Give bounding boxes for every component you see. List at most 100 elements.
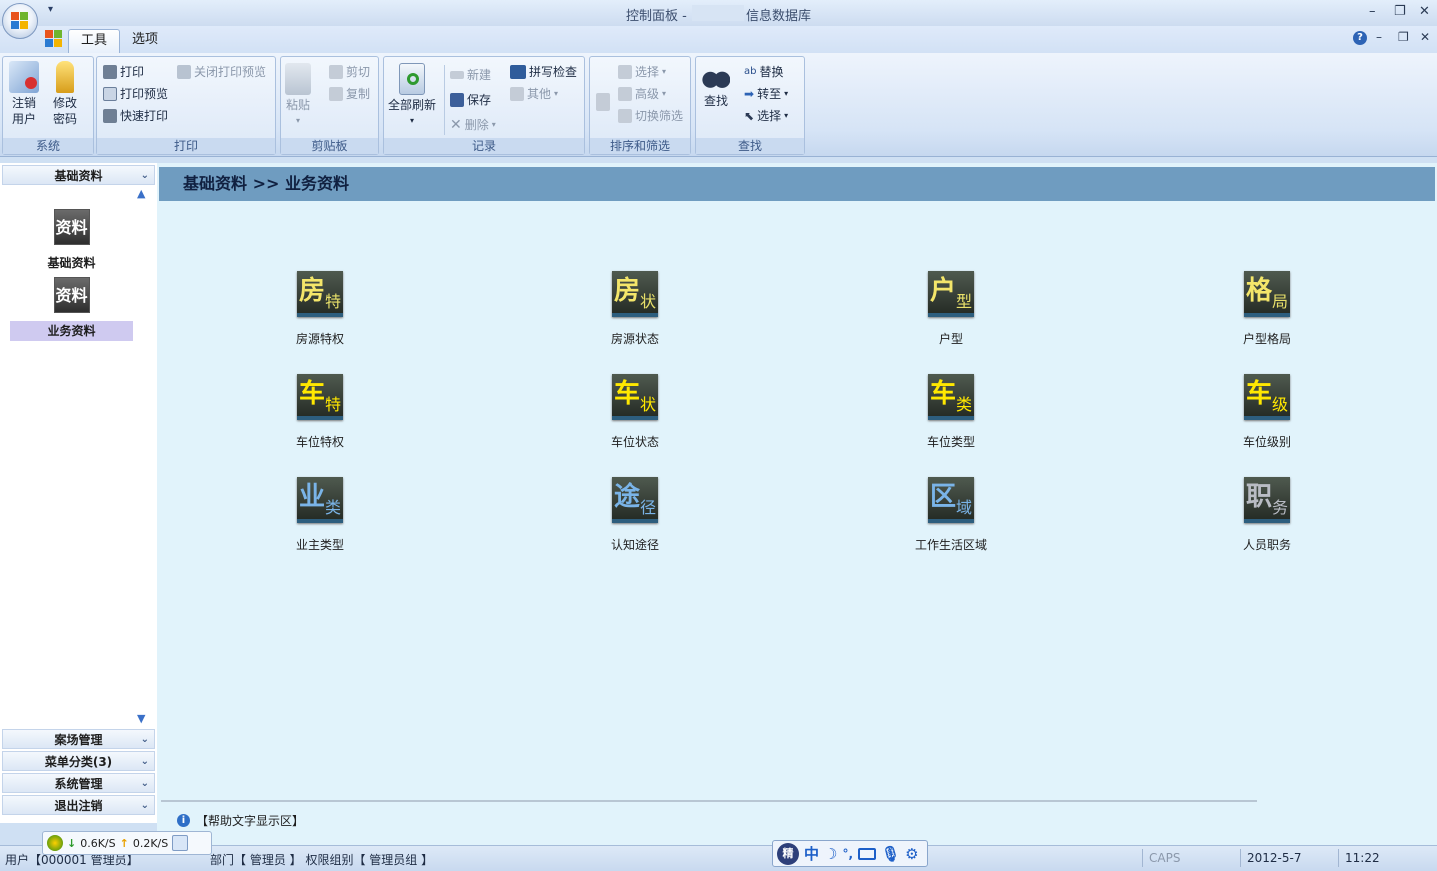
sidebar-item-basic-data[interactable]: 资料 基础资料 [10, 209, 133, 273]
spell-check-button[interactable]: 拼写检查 [510, 63, 577, 80]
advanced-filter-button[interactable]: 高级 ▾ [618, 85, 666, 102]
print-preview-button[interactable]: 打印预览 [103, 85, 168, 102]
network-monitor[interactable]: ↓ 0.6K/S ↑ 0.2K/S [42, 831, 212, 855]
tile-3[interactable]: 格局户型格局 [1207, 271, 1327, 347]
tile-9[interactable]: 途径认知途径 [575, 477, 695, 553]
quick-access-dropdown-icon[interactable]: ▾ [48, 4, 53, 15]
logout-user-button[interactable]: 注销 用户 [9, 61, 39, 127]
app-grid-icon [45, 30, 63, 48]
group-records: 全部刷新 ▾ 新建 保存 ✕ 删除 ▾ 拼写检查 其他 ▾ 记录 [383, 56, 585, 155]
office-orb-button[interactable] [2, 3, 38, 39]
group-print: 打印 打印预览 快速打印 关闭打印预览 打印 [96, 56, 276, 155]
sidebar-header[interactable]: 基础资料 ⌄ [2, 165, 155, 185]
tile-icon-subchar: 型 [955, 292, 972, 311]
delete-icon: ✕ [450, 116, 462, 133]
title-right: 信息数据库 [746, 9, 812, 24]
find-button[interactable]: 查找 [702, 63, 730, 109]
tile-4[interactable]: 车特车位特权 [260, 374, 380, 450]
save-icon [450, 92, 464, 107]
ime-keyboard-icon[interactable] [858, 847, 877, 860]
tile-label: 车位类型 [926, 435, 975, 449]
tile-label: 房源特权 [295, 332, 344, 346]
selection-filter-button[interactable]: 选择 ▾ [618, 63, 666, 80]
logout-icon [9, 61, 39, 93]
tile-icon-char: 房 [299, 276, 326, 306]
ime-moon-icon[interactable]: ☽ [824, 845, 837, 863]
new-record-button[interactable]: 新建 [450, 66, 491, 83]
title-bar: 控制面板 - 信息数据库 ▾ – ❐ ✕ [0, 0, 1437, 26]
tile-label: 人员职务 [1242, 538, 1291, 552]
status-date: 2012-5-7 [1240, 849, 1336, 867]
select-button[interactable]: ⬉ 选择 ▾ [744, 107, 788, 124]
sort-icon[interactable] [596, 93, 610, 111]
tile-icon-char: 业 [299, 482, 326, 512]
office-logo-icon [11, 12, 29, 30]
binoculars-icon [702, 63, 730, 91]
advanced-filter-icon [618, 86, 632, 101]
tab-tools[interactable]: 工具 [68, 29, 121, 53]
sidebar-section-system[interactable]: 系统管理 ⌄ [2, 773, 155, 793]
funnel-icon [618, 64, 632, 79]
preview-icon [103, 86, 117, 101]
breadcrumb: 基础资料 >> 业务资料 [159, 167, 1435, 201]
sidebar-section-sales[interactable]: 案场管理 ⌄ [2, 729, 155, 749]
doc-minimize-button[interactable]: – [1376, 30, 1382, 44]
ime-chinese-mode[interactable]: 中 [804, 843, 819, 864]
group-label-print: 打印 [97, 138, 275, 154]
sidebar-section-logout[interactable]: 退出注销 ⌄ [2, 795, 155, 815]
refresh-all-button[interactable]: 全部刷新 ▾ [388, 63, 436, 129]
close-print-preview-button[interactable]: 关闭打印预览 [177, 63, 266, 80]
tile-6[interactable]: 车类车位类型 [891, 374, 1011, 450]
tab-options[interactable]: 选项 [120, 29, 170, 53]
tile-5[interactable]: 车状车位状态 [575, 374, 695, 450]
download-arrow-icon: ↓ [67, 836, 77, 850]
replace-icon: ab [744, 66, 757, 77]
save-button[interactable]: 保存 [450, 91, 491, 108]
goto-button[interactable]: ➡ 转至 ▾ [744, 85, 788, 102]
minimize-button[interactable]: – [1369, 4, 1376, 19]
ime-mic-icon[interactable]: 🎙 [881, 845, 900, 863]
info-icon: i [177, 814, 190, 827]
tile-7[interactable]: 车级车位级别 [1207, 374, 1327, 450]
tile-1[interactable]: 房状房源状态 [575, 271, 695, 347]
quick-print-button[interactable]: 快速打印 [103, 107, 168, 124]
copy-button[interactable]: 复制 [329, 85, 370, 102]
tile-0[interactable]: 房特房源特权 [260, 271, 380, 347]
scroll-down-icon[interactable]: ▼ [137, 712, 145, 725]
doc-restore-button[interactable]: ❐ [1398, 30, 1409, 44]
tile-icon-char: 房 [614, 276, 641, 306]
tile-label: 户型 [938, 332, 963, 346]
group-sort-filter: 选择 ▾ 高级 ▾ 切换筛选 排序和筛选 [589, 56, 691, 155]
group-system: 注销 用户 修改 密码 系统 [2, 56, 94, 155]
paste-button[interactable]: 粘贴 ▾ [285, 63, 311, 129]
doc-close-button[interactable]: ✕ [1420, 30, 1430, 44]
ime-punct-icon[interactable]: °, [842, 847, 853, 861]
tile-icon: 职务 [1244, 477, 1290, 523]
sidebar-item-business-data[interactable]: 资料 业务资料 [10, 277, 133, 341]
restore-button[interactable]: ❐ [1394, 4, 1406, 19]
tile-icon: 户型 [928, 271, 974, 317]
cursor-icon: ⬉ [744, 108, 755, 123]
toggle-filter-button[interactable]: 切换筛选 [618, 107, 683, 124]
sidebar-section-menu[interactable]: 菜单分类(3) ⌄ [2, 751, 155, 771]
cut-button[interactable]: 剪切 [329, 63, 370, 80]
print-button[interactable]: 打印 [103, 63, 144, 80]
help-icon[interactable]: ? [1353, 31, 1367, 45]
title-redacted [692, 5, 744, 21]
ime-toolbar[interactable]: 精 中 ☽ °, 🎙 ⚙ [772, 840, 928, 867]
other-button[interactable]: 其他 ▾ [510, 85, 558, 102]
replace-button[interactable]: ab 替换 [744, 63, 784, 80]
close-button[interactable]: ✕ [1419, 4, 1430, 19]
delete-button[interactable]: ✕ 删除 ▾ [450, 116, 496, 133]
tile-2[interactable]: 户型户型 [891, 271, 1011, 347]
title-left: 控制面板 - [626, 9, 687, 24]
tile-icon-char: 车 [614, 379, 641, 409]
tile-10[interactable]: 区域工作生活区域 [891, 477, 1011, 553]
tile-icon-char: 职 [1246, 482, 1273, 512]
tile-8[interactable]: 业类业主类型 [260, 477, 380, 553]
tile-11[interactable]: 职务人员职务 [1207, 477, 1327, 553]
change-password-button[interactable]: 修改 密码 [53, 61, 77, 127]
ribbon: 注销 用户 修改 密码 系统 打印 打印预览 快速打印 关闭打印预览 打印 粘贴… [0, 53, 1437, 157]
scroll-up-icon[interactable]: ▲ [137, 187, 145, 200]
ime-gear-icon[interactable]: ⚙ [905, 845, 918, 863]
